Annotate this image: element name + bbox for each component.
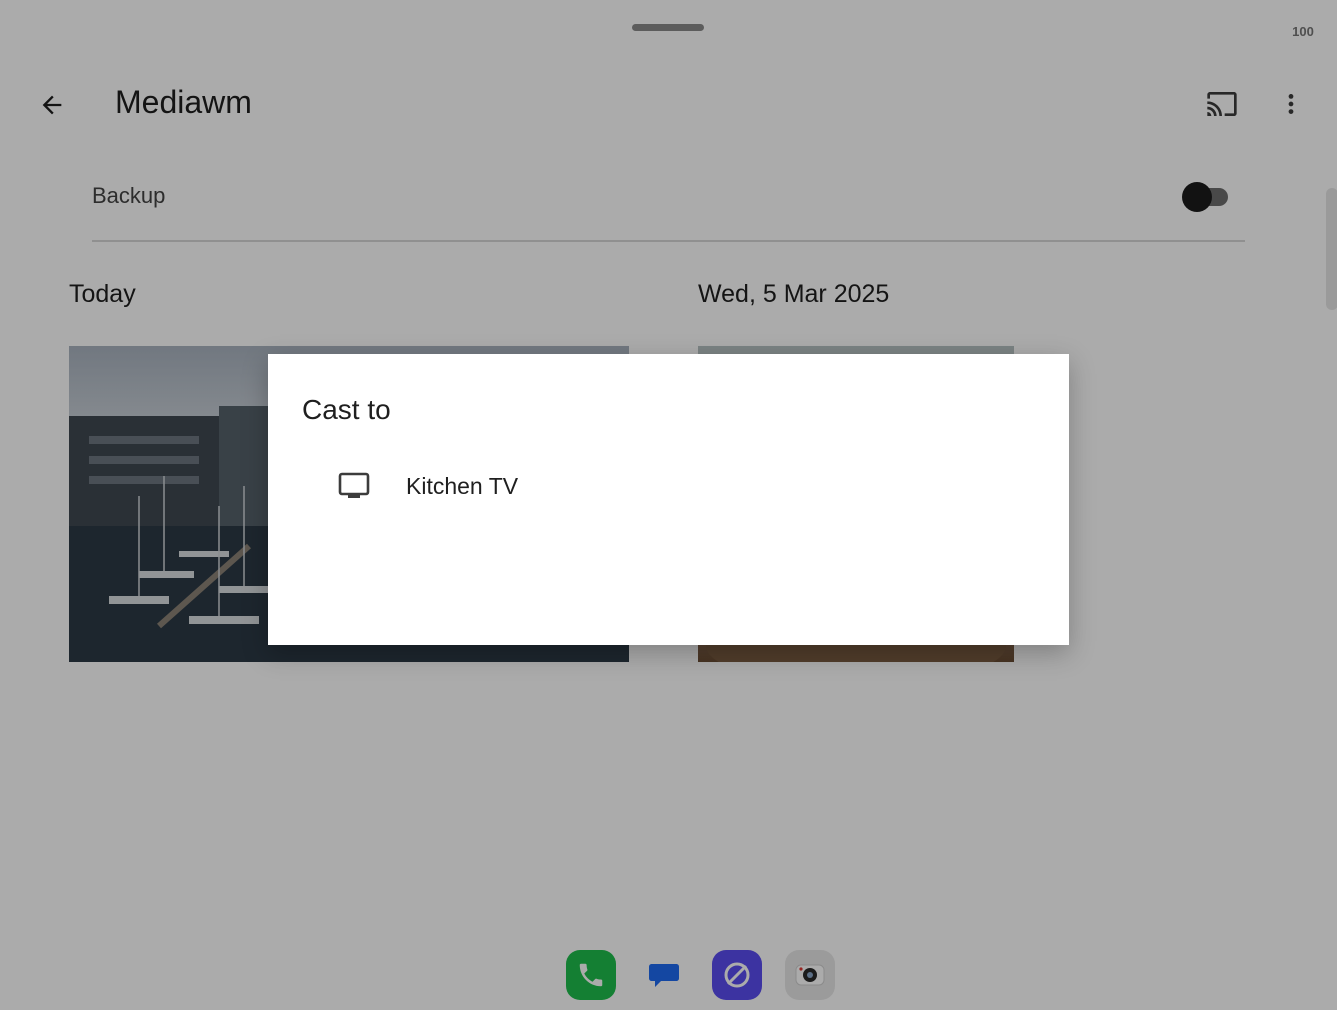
tv-icon (336, 469, 372, 503)
device-name: Kitchen TV (406, 472, 519, 499)
dialog-title: Cast to (302, 394, 391, 425)
cast-dialog: Cast to Kitchen TV (268, 354, 1069, 645)
cast-device-item[interactable]: Kitchen TV (308, 460, 808, 512)
